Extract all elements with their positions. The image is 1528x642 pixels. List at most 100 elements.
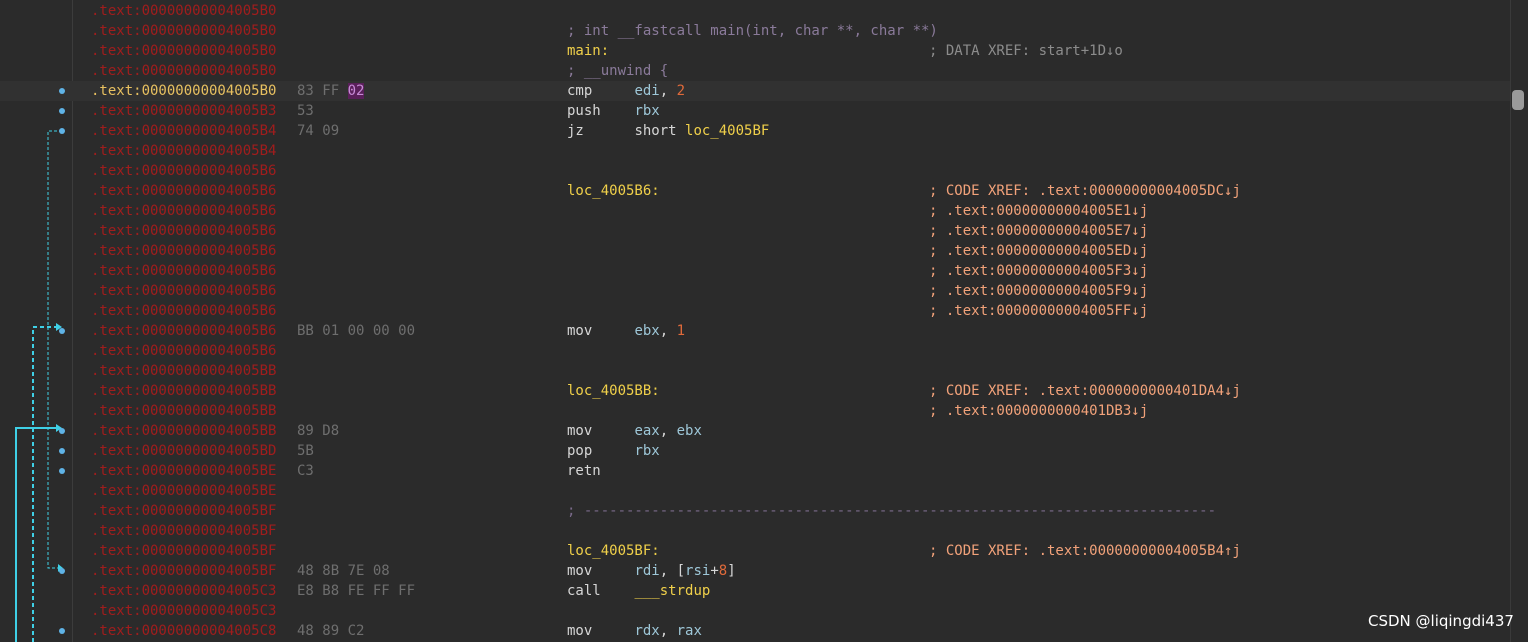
breakpoint-dot-icon[interactable] bbox=[59, 128, 65, 134]
listing-line[interactable]: .text:00000000004005B6 bbox=[0, 161, 1510, 181]
instruction[interactable]: pop rbx bbox=[567, 441, 660, 461]
listing-line[interactable]: .text:00000000004005BF ; ----------------… bbox=[0, 501, 1510, 521]
symbol-operand[interactable]: ___strdup bbox=[634, 583, 710, 599]
line-address[interactable]: .text:00000000004005BE bbox=[91, 461, 276, 481]
line-address[interactable]: .text:00000000004005B6 bbox=[91, 181, 276, 201]
listing-line[interactable]: .text:00000000004005B6 ; .text:0000000000… bbox=[0, 201, 1510, 221]
listing-line[interactable]: .text:00000000004005BE bbox=[0, 481, 1510, 501]
line-address[interactable]: .text:00000000004005B0 bbox=[91, 41, 276, 61]
line-address[interactable]: .text:00000000004005B0 bbox=[91, 81, 276, 101]
listing-line[interactable]: .text:00000000004005B6 ; .text:0000000000… bbox=[0, 241, 1510, 261]
line-address[interactable]: .text:00000000004005BF bbox=[91, 521, 276, 541]
listing-line[interactable]: .text:00000000004005B3 53 push rbx bbox=[0, 101, 1510, 121]
symbol-operand[interactable]: loc_4005BF bbox=[685, 123, 769, 139]
listing-line[interactable]: .text:00000000004005B4 bbox=[0, 141, 1510, 161]
listing-line[interactable]: .text:00000000004005BE C3 retn bbox=[0, 461, 1510, 481]
listing-line[interactable]: .text:00000000004005B6 BB 01 00 00 00 mov … bbox=[0, 321, 1510, 341]
breakpoint-dot-icon[interactable] bbox=[59, 628, 65, 634]
instruction[interactable]: cmp edi, 2 bbox=[567, 81, 685, 101]
listing-line[interactable]: .text:00000000004005B4 74 09 jz short loc_… bbox=[0, 121, 1510, 141]
line-address[interactable]: .text:00000000004005B6 bbox=[91, 161, 276, 181]
listing-line[interactable]: .text:00000000004005BB bbox=[0, 361, 1510, 381]
line-address[interactable]: .text:00000000004005B0 bbox=[91, 21, 276, 41]
listing-line[interactable]: .text:00000000004005BF loc_4005BF: ; CODE … bbox=[0, 541, 1510, 561]
listing-line[interactable]: .text:00000000004005BD 5B pop rbx bbox=[0, 441, 1510, 461]
code-label[interactable]: loc_4005BB: bbox=[567, 381, 660, 401]
listing-line[interactable]: .text:00000000004005B6 ; .text:0000000000… bbox=[0, 301, 1510, 321]
listing-line[interactable]: .text:00000000004005C8 48 89 C2 mov rdx, r… bbox=[0, 621, 1510, 641]
line-address[interactable]: .text:00000000004005B0 bbox=[91, 61, 276, 81]
instruction[interactable]: jz short loc_4005BF bbox=[567, 121, 769, 141]
line-address[interactable]: .text:00000000004005B0 bbox=[91, 1, 276, 21]
breakpoint-dot-icon[interactable] bbox=[59, 88, 65, 94]
line-address[interactable]: .text:00000000004005B6 bbox=[91, 261, 276, 281]
xref-comment[interactable]: ; CODE XREF: .text:00000000004005DC↓j bbox=[929, 181, 1241, 201]
xref-comment[interactable]: ; .text:00000000004005F3↓j bbox=[929, 261, 1148, 281]
line-address[interactable]: .text:00000000004005BB bbox=[91, 381, 276, 401]
code-label[interactable]: loc_4005BF: bbox=[567, 541, 660, 561]
line-address[interactable]: .text:00000000004005B6 bbox=[91, 241, 276, 261]
scrollbar-thumb[interactable] bbox=[1512, 90, 1524, 110]
ida-disassembly-view[interactable]: .text:00000000004005B0 .text:000000000040… bbox=[0, 0, 1528, 642]
line-address[interactable]: .text:00000000004005BB bbox=[91, 401, 276, 421]
line-address[interactable]: .text:00000000004005BF bbox=[91, 501, 276, 521]
line-address[interactable]: .text:00000000004005B6 bbox=[91, 201, 276, 221]
line-address[interactable]: .text:00000000004005C3 bbox=[91, 601, 276, 621]
line-address[interactable]: .text:00000000004005B6 bbox=[91, 301, 276, 321]
instruction[interactable]: mov rdx, rax bbox=[567, 621, 702, 641]
xref-comment[interactable]: ; CODE XREF: .text:0000000000401DA4↓j bbox=[929, 381, 1241, 401]
instruction[interactable]: mov ebx, 1 bbox=[567, 321, 685, 341]
xref-comment[interactable]: ; .text:00000000004005ED↓j bbox=[929, 241, 1148, 261]
line-address[interactable]: .text:00000000004005B6 bbox=[91, 341, 276, 361]
xref-comment[interactable]: ; .text:00000000004005E7↓j bbox=[929, 221, 1148, 241]
line-address[interactable]: .text:00000000004005B4 bbox=[91, 141, 276, 161]
instruction[interactable]: call ___strdup bbox=[567, 581, 710, 601]
listing-line[interactable]: .text:00000000004005C3 bbox=[0, 601, 1510, 621]
xref-comment[interactable]: ; .text:0000000000401DB3↓j bbox=[929, 401, 1148, 421]
listing-line[interactable]: .text:00000000004005BB loc_4005BB: ; CODE … bbox=[0, 381, 1510, 401]
instruction[interactable]: mov rdi, [rsi+8] bbox=[567, 561, 736, 581]
breakpoint-dot-icon[interactable] bbox=[59, 468, 65, 474]
listing-line[interactable]: .text:00000000004005B6 loc_4005B6: ; CODE … bbox=[0, 181, 1510, 201]
listing-line[interactable]: .text:00000000004005BB 89 D8 mov eax, ebx bbox=[0, 421, 1510, 441]
breakpoint-dot-icon[interactable] bbox=[59, 428, 65, 434]
listing-line[interactable]: .text:00000000004005C3 E8 B8 FE FF FF call… bbox=[0, 581, 1510, 601]
line-address[interactable]: .text:00000000004005C3 bbox=[91, 581, 276, 601]
code-label[interactable]: loc_4005B6: bbox=[567, 181, 660, 201]
xref-comment[interactable]: ; .text:00000000004005FF↓j bbox=[929, 301, 1148, 321]
line-address[interactable]: .text:00000000004005BB bbox=[91, 421, 276, 441]
line-address[interactable]: .text:00000000004005BF bbox=[91, 541, 276, 561]
xref-comment[interactable]: ; .text:00000000004005F9↓j bbox=[929, 281, 1148, 301]
listing-line[interactable]: .text:00000000004005B6 bbox=[0, 341, 1510, 361]
line-address[interactable]: .text:00000000004005BD bbox=[91, 441, 276, 461]
line-address[interactable]: .text:00000000004005B4 bbox=[91, 121, 276, 141]
listing-line[interactable]: .text:00000000004005B0 ; int __fastcall m… bbox=[0, 21, 1510, 41]
xref-comment[interactable]: ; DATA XREF: start+1D↓o bbox=[929, 41, 1123, 61]
listing-line[interactable]: .text:00000000004005B0 main: ; DATA XREF: … bbox=[0, 41, 1510, 61]
listing-line[interactable]: .text:00000000004005B6 ; .text:0000000000… bbox=[0, 261, 1510, 281]
listing-line[interactable]: .text:00000000004005B6 ; .text:0000000000… bbox=[0, 281, 1510, 301]
line-address[interactable]: .text:00000000004005C8 bbox=[91, 621, 276, 641]
line-address[interactable]: .text:00000000004005B3 bbox=[91, 101, 276, 121]
breakpoint-dot-icon[interactable] bbox=[59, 328, 65, 334]
listing-line[interactable]: .text:00000000004005B6 ; .text:0000000000… bbox=[0, 221, 1510, 241]
listing-line[interactable]: .text:00000000004005BF 48 8B 7E 08 mov rdi… bbox=[0, 561, 1510, 581]
breakpoint-dot-icon[interactable] bbox=[59, 448, 65, 454]
breakpoint-dot-icon[interactable] bbox=[59, 568, 65, 574]
xref-comment[interactable]: ; .text:00000000004005E1↓j bbox=[929, 201, 1148, 221]
instruction[interactable]: retn bbox=[567, 461, 634, 481]
listing-line[interactable]: .text:00000000004005B0 bbox=[0, 1, 1510, 21]
listing-line[interactable]: .text:00000000004005BB ; .text:0000000000… bbox=[0, 401, 1510, 421]
listing-line[interactable]: .text:00000000004005B0 ; __unwind { bbox=[0, 61, 1510, 81]
line-address[interactable]: .text:00000000004005BF bbox=[91, 561, 276, 581]
line-address[interactable]: .text:00000000004005B6 bbox=[91, 221, 276, 241]
line-address[interactable]: .text:00000000004005BB bbox=[91, 361, 276, 381]
breakpoint-dot-icon[interactable] bbox=[59, 108, 65, 114]
code-label[interactable]: main: bbox=[567, 41, 609, 61]
listing-line[interactable]: .text:00000000004005BF bbox=[0, 521, 1510, 541]
line-address[interactable]: .text:00000000004005B6 bbox=[91, 281, 276, 301]
instruction[interactable]: mov eax, ebx bbox=[567, 421, 702, 441]
xref-comment[interactable]: ; CODE XREF: .text:00000000004005B4↑j bbox=[929, 541, 1241, 561]
listing-line[interactable]: .text:00000000004005B0 83 FF 02 cmp edi, 2 bbox=[0, 81, 1510, 101]
line-address[interactable]: .text:00000000004005B6 bbox=[91, 321, 276, 341]
